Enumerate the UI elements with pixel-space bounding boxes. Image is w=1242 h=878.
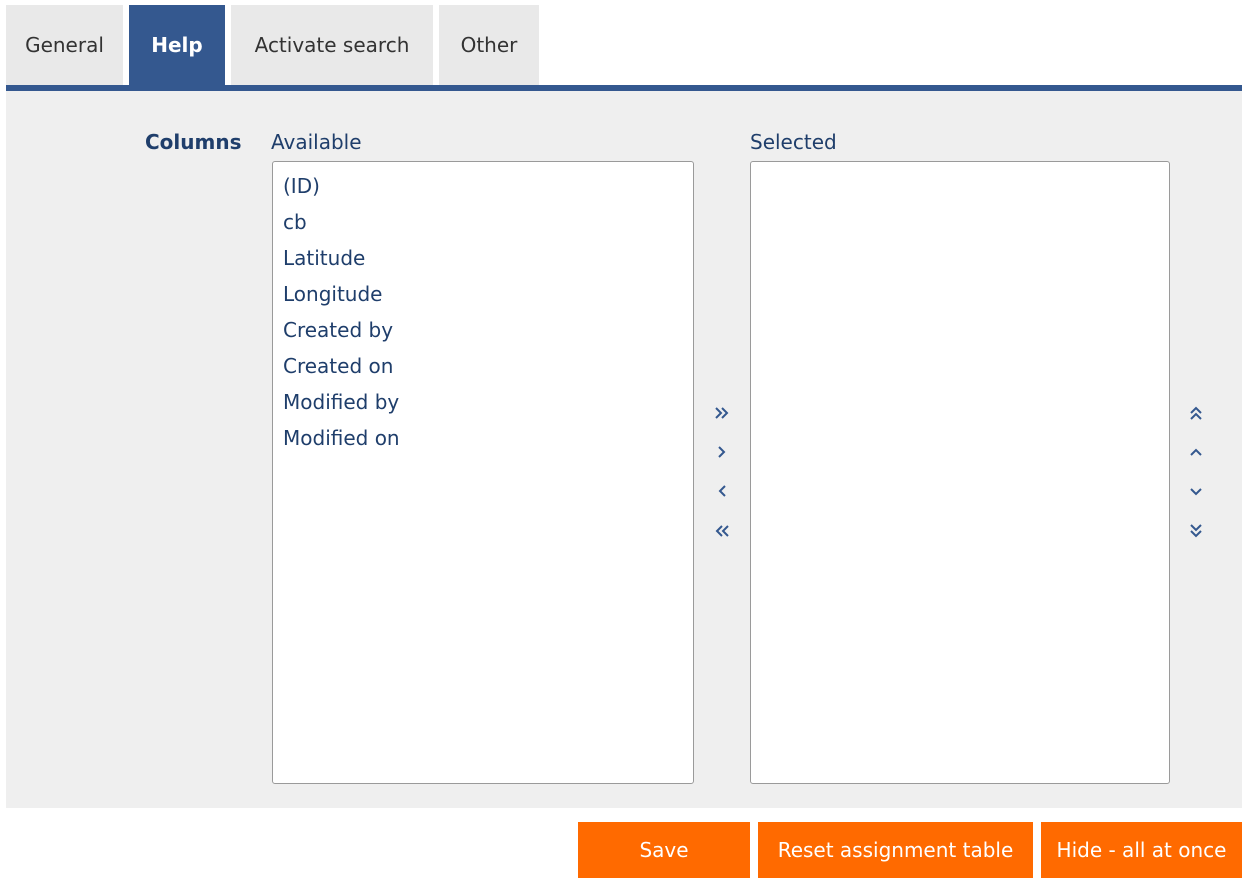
tab-other[interactable]: Other	[439, 5, 539, 85]
chevron-left-icon	[718, 485, 726, 497]
list-item[interactable]: cb	[283, 210, 307, 234]
chevron-right-icon	[718, 446, 726, 458]
chevron-double-left-icon	[715, 525, 729, 537]
tab-activate-search[interactable]: Activate search	[231, 5, 433, 85]
available-columns-list[interactable]: (ID) cb Latitude Longitude Created by Cr…	[272, 161, 694, 784]
tab-help-label: Help	[151, 33, 203, 57]
move-top-button[interactable]	[1182, 399, 1210, 427]
hide-all-at-once-button[interactable]: Hide - all at once	[1041, 822, 1242, 878]
list-item[interactable]: Latitude	[283, 246, 365, 270]
list-item[interactable]: Modified by	[283, 390, 399, 414]
chevron-up-icon	[1190, 448, 1202, 456]
remove-all-button[interactable]	[708, 517, 736, 545]
chevron-down-icon	[1190, 488, 1202, 496]
list-item[interactable]: Created on	[283, 354, 393, 378]
chevron-double-up-icon	[1190, 406, 1202, 420]
tab-help[interactable]: Help	[129, 5, 225, 85]
list-item[interactable]: Longitude	[283, 282, 382, 306]
tab-other-label: Other	[460, 33, 518, 57]
list-item[interactable]: (ID)	[283, 174, 320, 198]
chevron-double-right-icon	[715, 407, 729, 419]
reset-assignment-table-label: Reset assignment table	[777, 838, 1014, 862]
save-button-label: Save	[639, 838, 689, 862]
tab-general[interactable]: General	[6, 5, 123, 85]
remove-button[interactable]	[708, 477, 736, 505]
hide-all-at-once-label: Hide - all at once	[1056, 838, 1227, 862]
list-item[interactable]: Created by	[283, 318, 393, 342]
available-label: Available	[271, 130, 362, 154]
reset-assignment-table-button[interactable]: Reset assignment table	[758, 822, 1033, 878]
move-bottom-button[interactable]	[1182, 517, 1210, 545]
list-item[interactable]: Modified on	[283, 426, 400, 450]
selected-columns-list[interactable]	[750, 161, 1170, 784]
add-button[interactable]	[708, 438, 736, 466]
save-button[interactable]: Save	[578, 822, 750, 878]
move-up-button[interactable]	[1182, 438, 1210, 466]
tab-general-label: General	[25, 33, 104, 57]
add-all-button[interactable]	[708, 399, 736, 427]
tab-activate-search-label: Activate search	[254, 33, 410, 57]
columns-label: Columns	[145, 130, 242, 154]
selected-label: Selected	[750, 130, 837, 154]
chevron-double-down-icon	[1190, 524, 1202, 538]
move-down-button[interactable]	[1182, 477, 1210, 505]
